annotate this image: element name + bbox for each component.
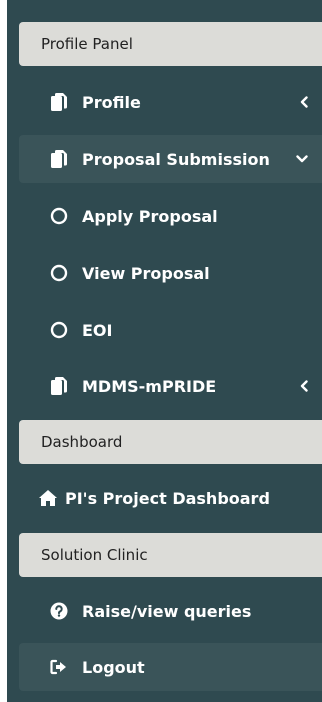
sign-out-icon — [48, 656, 70, 678]
dashboard-header: Dashboard — [19, 420, 322, 464]
solution-clinic-header-label: Solution Clinic — [41, 546, 148, 564]
sidebar-item-profile[interactable]: Profile — [19, 78, 322, 126]
dashboard-header-label: Dashboard — [41, 433, 123, 451]
sidebar-item-proposal-submission[interactable]: Proposal Submission — [19, 135, 322, 183]
sidebar-item-mdms-mpride[interactable]: MDMS-mPRIDE — [19, 362, 322, 410]
sidebar-item-apply-proposal-label: Apply Proposal — [82, 206, 218, 226]
copy-icon — [48, 375, 70, 397]
sidebar: Profile Panel Profile Proposal Submissio… — [7, 0, 322, 702]
solution-clinic-header: Solution Clinic — [19, 533, 322, 577]
sidebar-item-mdms-mpride-label: MDMS-mPRIDE — [82, 376, 217, 396]
sidebar-item-proposal-submission-label: Proposal Submission — [82, 149, 270, 169]
sidebar-item-raise-view-queries[interactable]: Raise/view queries — [19, 587, 322, 635]
sidebar-item-pi-project-dashboard-label: PI's Project Dashboard — [65, 488, 270, 508]
chevron-left-icon[interactable] — [300, 96, 308, 108]
sidebar-item-profile-label: Profile — [82, 92, 141, 112]
chevron-down-icon[interactable] — [296, 155, 308, 163]
sidebar-item-view-proposal[interactable]: View Proposal — [19, 249, 322, 297]
chevron-left-icon[interactable] — [300, 380, 308, 392]
question-circle-icon — [48, 600, 70, 622]
sidebar-item-eoi[interactable]: EOI — [19, 306, 322, 354]
home-icon — [37, 487, 59, 509]
sidebar-item-logout-label: Logout — [82, 657, 145, 677]
profile-panel-header-label: Profile Panel — [41, 35, 133, 53]
copy-icon — [48, 91, 70, 113]
sidebar-item-logout[interactable]: Logout — [19, 643, 322, 691]
sidebar-item-eoi-label: EOI — [82, 320, 113, 340]
sidebar-item-raise-view-queries-label: Raise/view queries — [82, 601, 252, 621]
sidebar-item-view-proposal-label: View Proposal — [82, 263, 210, 283]
circle-outline-icon — [48, 205, 70, 227]
sidebar-item-pi-project-dashboard[interactable]: PI's Project Dashboard — [19, 474, 322, 522]
profile-panel-header: Profile Panel — [19, 22, 322, 66]
copy-icon — [48, 148, 70, 170]
circle-outline-icon — [48, 319, 70, 341]
sidebar-item-apply-proposal[interactable]: Apply Proposal — [19, 192, 322, 240]
circle-outline-icon — [48, 262, 70, 284]
